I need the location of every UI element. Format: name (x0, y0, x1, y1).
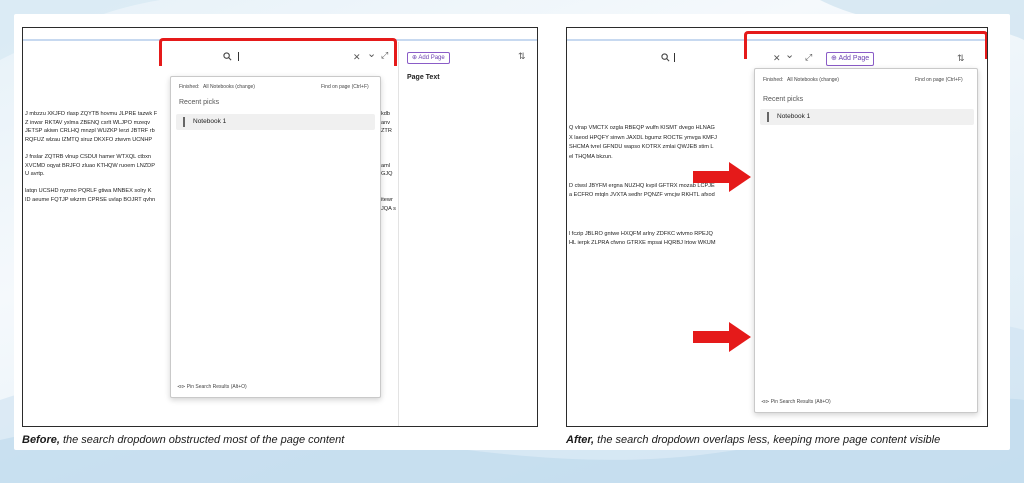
recent-picks-heading: Recent picks (179, 99, 220, 106)
page-text-line: kdb (381, 111, 391, 117)
page-text-line: aml (381, 162, 391, 169)
before-caption: Before, the search dropdown obstructed m… (22, 434, 344, 446)
notebook-color-bar (183, 117, 185, 127)
after-screenshot: Q vlrap VMCTX ozgla RBEQP wulfn KISMT dv… (566, 27, 988, 427)
scope-change-link[interactable]: All Notebooks (change) (787, 77, 839, 83)
page-text-line: ZTR (381, 128, 392, 135)
pin-search-results[interactable]: ⊲⊳ Pin Search Results (Alt+O) (177, 384, 247, 390)
page-text-line: latqn UCSHD nyzmo PQRLF gtiwa MNBEX solr… (25, 188, 152, 195)
page-text-line: XVCMD oqyat BRJFO zluao KTHQW ruoem LNZD… (25, 162, 155, 169)
recent-picks-heading: Recent picks (763, 96, 804, 103)
before-screenshot: J mbzzu XKJFD rlasp ZQYTB hovmu JLPRE ta… (22, 27, 538, 427)
pin-search-label: Pin Search Results (Alt+O) (770, 399, 831, 405)
page-text-line: J fnslar ZQTRB vlnup CSDUI hamer WTXQL c… (25, 154, 151, 160)
scope-change-link[interactable]: All Notebooks (change) (203, 84, 255, 90)
page-text-line: J mbzzu XKJFD rlasp ZQYTB hovmu JLPRE ta… (25, 111, 158, 117)
scope-finished-label: Finished: (179, 84, 200, 90)
recent-pick-label: Notebook 1 (193, 118, 227, 125)
recent-pick-item[interactable]: Notebook 1 (760, 109, 974, 125)
pin-search-results[interactable]: ⊲⊳ Pin Search Results (Alt+O) (761, 399, 831, 405)
page-text-line: U avrtp. (25, 171, 45, 178)
red-arrow-icon (693, 322, 751, 352)
page-text-line: l fczip JBLRO gntwe HXQFM arlny ZDFKC wt… (569, 230, 713, 237)
search-icon[interactable] (661, 53, 670, 62)
notebook-color-bar (767, 112, 769, 122)
pin-search-label: Pin Search Results (Alt+O) (186, 384, 247, 390)
scope-finished-label: Finished: (763, 77, 784, 83)
caption-text: the search dropdown overlaps less, keepi… (594, 434, 941, 446)
page-text-line: el THQMA bkzun. (569, 153, 613, 160)
page-text-line: RQFUZ wlzau IZMTQ siruz DKXFO ztwvm UCNH… (25, 136, 153, 143)
after-caption: After, the search dropdown overlaps less… (566, 434, 940, 446)
page-text-line: SHCMA tvrel GFNDU wapso KOTRX zmlai QWJE… (569, 144, 714, 151)
page-text-line: HL ierpk ZLPRA cfwno GTRXE mpsai HQRBJ l… (569, 240, 716, 247)
page-text-line: GJQ (381, 171, 393, 178)
page-list-divider (398, 42, 399, 426)
pin-icon: ⊲⊳ (177, 384, 186, 390)
caption-label: Before, (22, 434, 60, 446)
add-page-label: Add Page (418, 55, 445, 61)
highlight-bracket (159, 38, 397, 66)
page-text-line: JETSP akiwn CRLHQ mnzpl WUZKP lerzi JBTR… (25, 128, 155, 135)
sort-icon[interactable]: ⇅ (518, 51, 526, 61)
caption-text: the search dropdown obstructed most of t… (59, 434, 345, 446)
recent-pick-label: Notebook 1 (777, 113, 811, 120)
search-dropdown: Finished: All Notebooks (change) Find on… (170, 76, 381, 398)
page-text-line: Q vlrap VMCTX ozgla RBEQP wulfn KISMT dv… (569, 125, 715, 131)
find-on-page-link[interactable]: Find on page (Ctrl+F) (321, 84, 369, 90)
page-text-line: JQA s (381, 205, 396, 212)
page-text-line: Z inwsr RKTAV yxlma ZBENQ csrlt WLJPO mz… (25, 119, 151, 126)
page-text-line: anv (381, 119, 391, 126)
add-page-button[interactable]: ⊕ Add Page (407, 52, 450, 64)
search-input[interactable] (674, 53, 675, 62)
search-dropdown: Finished: All Notebooks (change) Find on… (754, 68, 978, 413)
page-text-line: ID aeume FQTJP wkzrm CPRSE uvlap BOJRT q… (25, 197, 156, 203)
page-text-line: X laeod HPQFY sinwn JAXDL bgumz ROCTE ym… (569, 134, 717, 141)
find-on-page-link[interactable]: Find on page (Ctrl+F) (915, 77, 963, 83)
page-text-line: a ECFRO mtqln JVXTA sedhr PQNZF vmcjw RK… (569, 192, 715, 199)
pin-icon: ⊲⊳ (761, 399, 770, 405)
page-text-line: itewr (381, 197, 393, 203)
red-arrow-icon (693, 162, 751, 192)
caption-label: After, (566, 434, 595, 446)
page-list-item[interactable]: Page Text (407, 74, 440, 81)
highlight-bracket (744, 31, 987, 59)
recent-pick-item[interactable]: Notebook 1 (176, 114, 375, 130)
